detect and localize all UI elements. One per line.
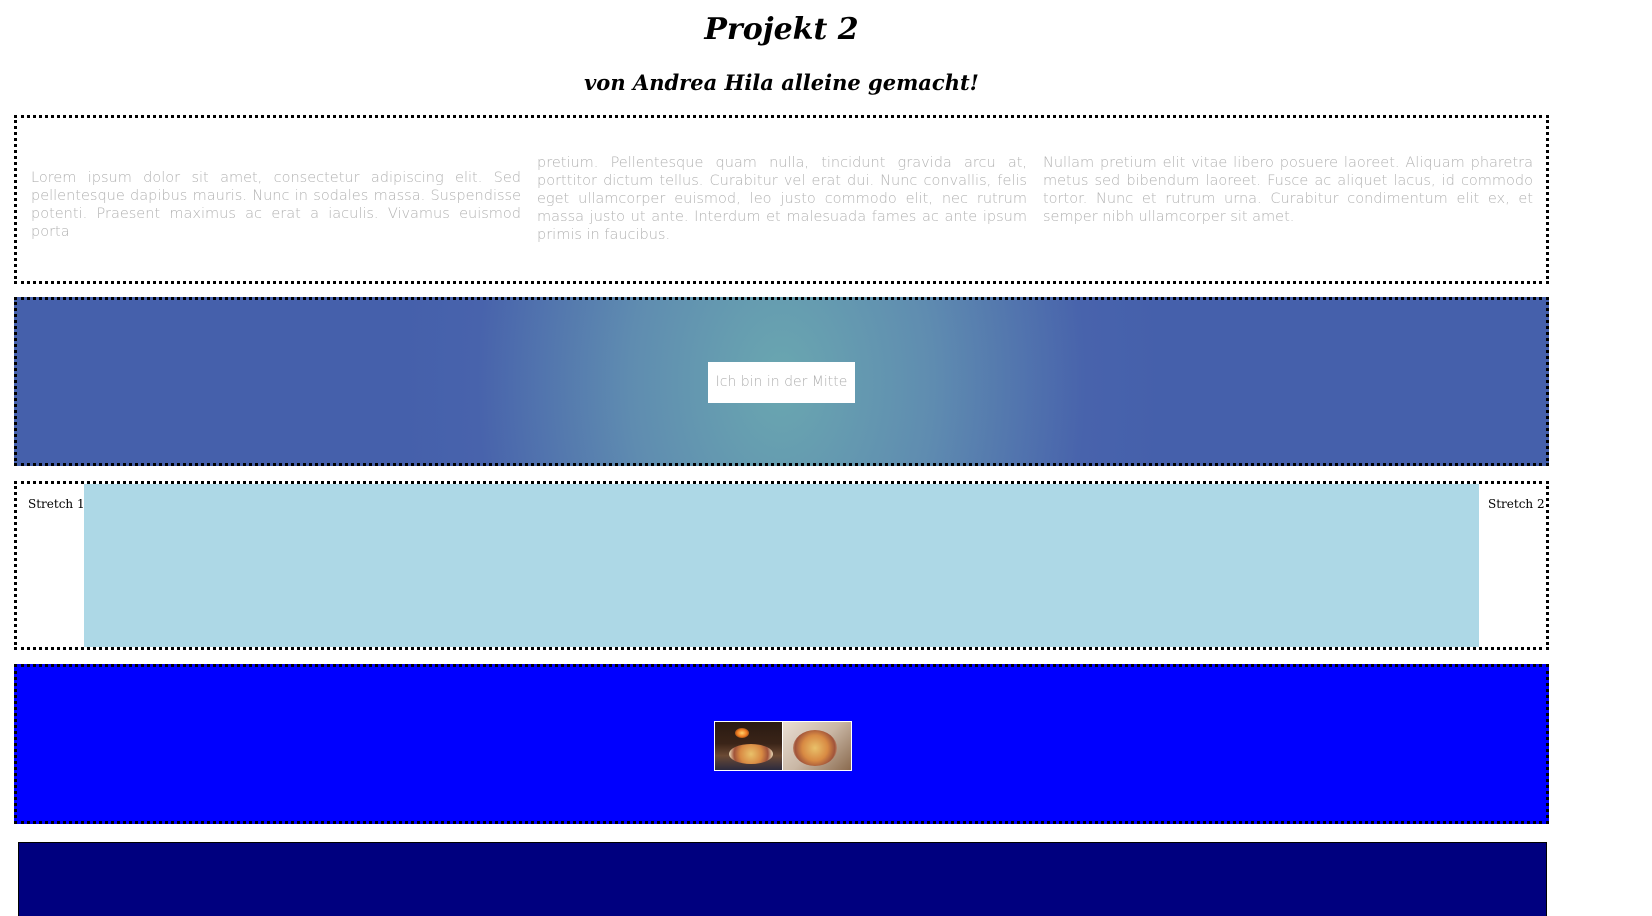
text-column-2: pretium. Pellentesque quam nulla, tincid…: [537, 155, 1027, 243]
page-subtitle: von Andrea Hila alleine gemacht!: [584, 70, 979, 95]
center-box: Ich bin in der Mitte: [708, 362, 855, 403]
oven-fire-shape: [735, 728, 749, 738]
stretch-section: Stretch 1 Stretch 2: [14, 481, 1549, 650]
text-columns-section: Lorem ipsum dolor sit amet, consectetur …: [14, 115, 1549, 284]
pizza-shape: [729, 744, 773, 764]
pizza-slice-image: [782, 721, 852, 771]
page-title: Projekt 2: [704, 12, 859, 47]
stretch-label-2: Stretch 2: [1488, 497, 1545, 511]
image-section: [14, 664, 1549, 824]
stretch-fill-area: [84, 484, 1479, 647]
stretch-label-1: Stretch 1: [28, 497, 85, 511]
footer-bar: [18, 842, 1547, 916]
pizza-oven-image: [714, 721, 783, 771]
pizza-shape: [793, 730, 837, 766]
center-gradient-section: Ich bin in der Mitte: [14, 297, 1549, 466]
text-column-1: Lorem ipsum dolor sit amet, consectetur …: [31, 170, 521, 240]
text-column-3: Nullam pretium elit vitae libero posuere…: [1043, 155, 1533, 225]
